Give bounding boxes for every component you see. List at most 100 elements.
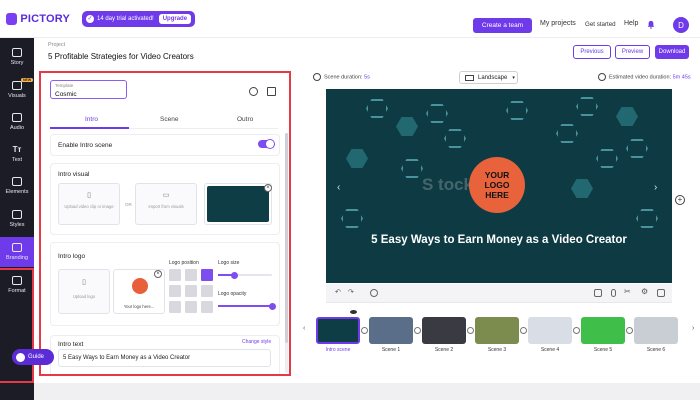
chevron-left-icon[interactable]: ‹ [337, 182, 340, 193]
my-projects-link[interactable]: My projects [540, 20, 576, 27]
position-top-right[interactable] [201, 269, 213, 281]
elements-icon [12, 177, 22, 186]
copy-icon[interactable] [267, 87, 276, 96]
history-icon[interactable] [249, 87, 258, 96]
get-started-link[interactable]: Get started [585, 21, 616, 28]
sidebar-item-elements[interactable]: Elements [0, 171, 34, 201]
logo-size-thumb[interactable] [230, 271, 238, 279]
sidebar-item-audio[interactable]: Audio [0, 107, 34, 137]
transition-icon[interactable] [573, 327, 580, 334]
project-title[interactable]: 5 Profitable Strategies for Video Creato… [48, 52, 194, 61]
import-visual-box[interactable]: ▭ Import from visuals [135, 183, 197, 225]
play-icon[interactable] [370, 289, 378, 297]
chevron-right-icon[interactable]: › [692, 325, 694, 332]
position-center[interactable] [185, 285, 197, 297]
avatar[interactable]: D [673, 17, 689, 33]
tab-outro[interactable]: Outro [237, 116, 253, 123]
scene-thumbnail-2[interactable] [422, 317, 466, 344]
scene-thumbnail-1[interactable] [369, 317, 413, 344]
bottom-bar [34, 383, 700, 400]
scene-thumbnail-4[interactable] [528, 317, 572, 344]
previous-button[interactable]: Previous [573, 45, 611, 59]
position-top-center[interactable] [185, 269, 197, 281]
logo-position-grid [169, 269, 213, 313]
scene-preview[interactable]: S tocks YOUR LOGO HERE 5 Easy Ways to Ea… [326, 89, 672, 283]
chevron-left-icon[interactable]: ‹ [303, 325, 305, 332]
layout-icon[interactable] [594, 289, 602, 297]
chevron-right-icon[interactable]: › [654, 182, 657, 193]
transition-icon[interactable] [467, 327, 474, 334]
sidebar-item-styles[interactable]: Styles [0, 204, 34, 234]
bell-icon[interactable] [647, 20, 655, 29]
tab-scene[interactable]: Scene [160, 116, 178, 123]
gear-icon[interactable]: ⚙ [641, 287, 648, 296]
create-team-button[interactable]: Create a team [473, 18, 532, 33]
copy-scene-icon[interactable] [657, 289, 665, 297]
sidebar-item-text[interactable]: Tт Text [0, 139, 34, 169]
scene-thumbnail-intro[interactable] [316, 317, 360, 344]
template-select[interactable]: Template Cosmic [50, 80, 127, 99]
previous-label: Previous [580, 49, 604, 55]
remove-logo-icon[interactable]: × [154, 270, 162, 278]
scissors-icon[interactable]: ✂ [624, 287, 631, 296]
guide-button[interactable]: Guide [12, 349, 54, 365]
transition-icon[interactable] [361, 327, 368, 334]
help-link[interactable]: Help [624, 20, 638, 27]
sidebar-item-visuals[interactable]: NEW Visuals [0, 75, 34, 105]
transition-icon[interactable] [520, 327, 527, 334]
change-style-link[interactable]: Change style [242, 339, 271, 345]
sidebar-item-story[interactable]: Story [0, 42, 34, 72]
upload-logo-box[interactable]: ▯ Upload logo [58, 269, 110, 314]
sidebar-item-format[interactable]: Format [0, 270, 34, 300]
visual-thumbnail-image [207, 186, 269, 222]
branding-icon [12, 243, 22, 252]
upgrade-button[interactable]: Upgrade [158, 13, 192, 24]
logo-placeholder[interactable]: YOUR LOGO HERE [469, 157, 525, 213]
clock-icon [313, 73, 321, 81]
avatar-initial: D [678, 20, 684, 30]
scene-thumbnail-6[interactable] [634, 317, 678, 344]
transition-icon[interactable] [626, 327, 633, 334]
hexagon-decoration [571, 179, 593, 198]
scene-duration-value[interactable]: 5s [364, 74, 370, 80]
position-bottom-left[interactable] [169, 301, 181, 313]
enable-intro-toggle[interactable] [258, 140, 274, 148]
download-button[interactable]: Download [655, 45, 689, 59]
tab-intro[interactable]: Intro [85, 116, 98, 123]
redo-icon[interactable]: ↷ [348, 288, 354, 296]
add-scene-icon[interactable]: + [675, 195, 685, 205]
undo-icon[interactable]: ↶ [335, 288, 341, 296]
scene-title-text[interactable]: 5 Easy Ways to Earn Money as a Video Cre… [356, 231, 642, 250]
visuals-icon [12, 81, 22, 90]
panel-scroll-thumb[interactable] [285, 133, 288, 343]
position-middle-right[interactable] [201, 285, 213, 297]
sidebar-item-label: Audio [9, 125, 25, 131]
logo-opacity-thumb[interactable] [268, 302, 276, 310]
sidebar-item-label: Story [10, 60, 24, 66]
intro-visual-title: Intro visual [58, 171, 90, 178]
scene-label: Intro scene [325, 347, 351, 353]
scene-timeline: ‹ Intro scene Scene 1 Scene 2 Scene 3 Sc… [300, 312, 700, 362]
transition-icon[interactable] [414, 327, 421, 334]
sidebar-item-label: Format [8, 288, 26, 294]
aspect-ratio-select[interactable]: Landscape ▾ [459, 71, 518, 84]
sidebar-item-label: Elements [5, 189, 29, 195]
upload-visual-box[interactable]: ▯ Upload video clip or image [58, 183, 120, 225]
selected-visual-thumb[interactable] [204, 183, 272, 225]
sidebar-item-branding[interactable]: Branding [0, 237, 34, 267]
intro-text-input[interactable]: 5 Easy Ways to Earn Money as a Video Cre… [58, 349, 271, 367]
logo-size-label: Logo size [218, 260, 240, 266]
chevron-down-icon: ▾ [512, 74, 515, 81]
remove-visual-icon[interactable]: × [264, 184, 272, 192]
preview-label: Preview [621, 49, 644, 55]
app-logo[interactable]: PICTORY [6, 12, 70, 25]
position-middle-left[interactable] [169, 285, 181, 297]
position-bottom-right[interactable] [201, 301, 213, 313]
scene-thumbnail-5[interactable] [581, 317, 625, 344]
position-top-left[interactable] [169, 269, 181, 281]
microphone-icon[interactable] [611, 289, 616, 297]
position-bottom-center[interactable] [185, 301, 197, 313]
scene-thumbnail-3[interactable] [475, 317, 519, 344]
preview-button[interactable]: Preview [615, 45, 650, 59]
logo-position-label: Logo position [169, 260, 199, 266]
